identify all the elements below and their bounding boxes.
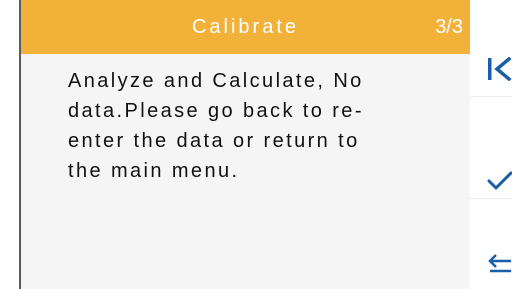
check-icon: [487, 171, 512, 190]
back-arrow-icon: [488, 254, 511, 273]
first-page-button[interactable]: [470, 0, 512, 95]
dialog-title: Calibrate: [191, 16, 300, 38]
first-page-icon: [488, 57, 512, 81]
screen: Calibrate 3/3 Analyze and Calculate, No …: [0, 0, 512, 289]
dialog-header: Calibrate 3/3: [21, 0, 470, 54]
confirm-button[interactable]: [470, 97, 512, 197]
page-indicator: 3/3: [435, 16, 463, 38]
back-button[interactable]: [470, 199, 512, 289]
side-button-panel: [470, 0, 512, 289]
calibrate-dialog: Calibrate 3/3 Analyze and Calculate, No …: [19, 0, 470, 289]
dialog-message: Analyze and Calculate, No data.Please go…: [68, 70, 364, 182]
